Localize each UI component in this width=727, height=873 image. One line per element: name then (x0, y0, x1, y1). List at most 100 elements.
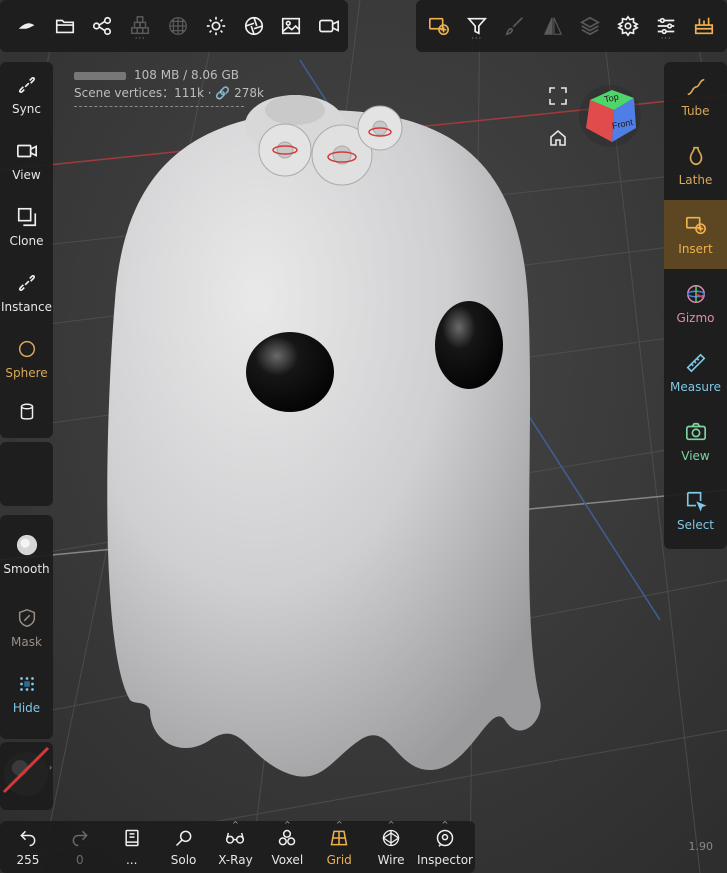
view-left-button[interactable]: View (0, 128, 53, 194)
solo-label: Solo (170, 852, 197, 867)
inspector-caret: ^ (441, 820, 449, 829)
lathe-button[interactable]: Lathe (664, 131, 727, 200)
select-box-icon (686, 491, 707, 512)
mask-button[interactable]: Mask (0, 595, 53, 661)
insert-tool-icon (685, 216, 706, 234)
ghost-model (107, 95, 541, 777)
select-label: Select (676, 517, 715, 532)
undo-button[interactable]: 255 (2, 821, 54, 873)
wire-caret: ^ (387, 820, 395, 829)
xray-label: X-Ray (218, 852, 253, 867)
voxel-button[interactable]: ^ Voxel (261, 821, 313, 873)
gizmo-button[interactable]: Gizmo (664, 269, 727, 338)
smooth-label: Smooth (3, 562, 50, 576)
bottom-toolbar: 255 0 ... Solo ^ X-Ray ^ Voxel ^ Grid ^ … (0, 821, 475, 873)
measure-label: Measure (670, 379, 721, 394)
clone-label: Clone (9, 234, 44, 248)
view-cube-graphic: Top Front (579, 85, 641, 147)
memory-bar (74, 71, 126, 80)
history-label: ... (125, 852, 138, 867)
app-logo-button[interactable] (8, 7, 46, 45)
layers-icon (580, 16, 601, 36)
brush-tool-button[interactable] (496, 7, 534, 45)
mask-icon (18, 608, 35, 628)
sphere-grid-button[interactable] (159, 7, 197, 45)
sphere-button[interactable]: Sphere (0, 326, 53, 392)
symmetry-button[interactable] (534, 7, 572, 45)
ruler-icon (686, 353, 705, 372)
grid-icon (330, 830, 348, 845)
circle-icon (18, 340, 35, 358)
xray-button[interactable]: ^ X-Ray (210, 821, 262, 873)
insert-label: Insert (678, 241, 713, 256)
insert-tool-icon (428, 17, 449, 36)
voxel-label: Voxel (271, 852, 304, 867)
filter-button[interactable]: ··· (458, 7, 496, 45)
select-button[interactable]: Select (664, 476, 727, 545)
insert-button[interactable]: Insert (664, 200, 727, 269)
solo-button[interactable]: Solo (158, 821, 210, 873)
stack-blocks-button[interactable]: ··· (121, 7, 159, 45)
tube-curve-icon (687, 78, 704, 95)
home-view-button[interactable] (548, 128, 568, 148)
scene-stats: 108 MB / 8.06 GB Scene vertices：111k · 🔗… (74, 66, 264, 107)
vase-icon (689, 146, 702, 165)
history-button[interactable]: ... (106, 821, 158, 873)
fullscreen-button[interactable] (548, 86, 568, 106)
hide-pattern-icon (19, 677, 34, 691)
link-icon (18, 77, 35, 93)
search-icon (175, 830, 191, 846)
material-swatch-panel[interactable]: › (0, 742, 53, 810)
stats-separator (74, 106, 244, 107)
toolbox-button[interactable] (685, 7, 723, 45)
grid-button[interactable]: ^ Grid (313, 821, 365, 873)
preferences-button[interactable]: ··· (647, 7, 685, 45)
view-cube[interactable]: Top Front (578, 84, 642, 148)
glasses-icon (226, 832, 245, 844)
tube-button[interactable]: Tube (664, 62, 727, 131)
svg-text:›: › (49, 763, 52, 772)
view-right-button[interactable]: View (664, 407, 727, 476)
scene-graph-button[interactable] (84, 7, 122, 45)
video-record-button[interactable] (310, 7, 348, 45)
measure-button[interactable]: Measure (664, 338, 727, 407)
undo-count: 255 (16, 852, 40, 867)
lighting-button[interactable] (197, 7, 235, 45)
hide-button[interactable]: Hide (0, 661, 53, 727)
layers-button[interactable] (572, 7, 610, 45)
home-icon (550, 129, 566, 146)
left-toolbar: Sync View Clone Instance Sphere (0, 62, 53, 438)
camera-settings-button[interactable] (235, 7, 273, 45)
material-swatch-icon: › (2, 746, 52, 796)
xray-caret: ^ (232, 820, 239, 829)
smooth-brush-icon (16, 534, 37, 556)
redo-button[interactable]: 0 (54, 821, 106, 873)
right-toolbar: Tube Lathe Insert Gizmo Measure View Sel… (664, 62, 727, 549)
sphere-grid-icon (169, 17, 187, 35)
cloud-logo-icon (18, 23, 35, 29)
undo-icon (20, 830, 36, 846)
inspector-button[interactable]: ^ Inspector (417, 821, 473, 873)
grid-caret: ^ (335, 820, 343, 829)
folder-icon (55, 19, 74, 34)
settings-button[interactable] (609, 7, 647, 45)
background-image-button[interactable] (272, 7, 310, 45)
smooth-button[interactable]: Smooth (0, 515, 53, 595)
link-icon (18, 275, 35, 291)
wire-icon (382, 829, 400, 846)
top-toolbar-right: ··· ··· (416, 0, 727, 52)
instance-button[interactable]: Instance (0, 260, 53, 326)
sync-button[interactable]: Sync (0, 62, 53, 128)
inspector-label: Inspector (417, 852, 473, 867)
brush-icon (505, 17, 523, 36)
left-toolbar-sculpt: Smooth Mask Hide (0, 515, 53, 739)
wire-button[interactable]: ^ Wire (365, 821, 417, 873)
insert-tool-top-button[interactable] (420, 7, 458, 45)
clone-button[interactable]: Clone (0, 194, 53, 260)
eye-icon (436, 829, 454, 847)
open-file-button[interactable] (46, 7, 84, 45)
cylinder-button[interactable] (0, 392, 53, 438)
book-icon (125, 829, 139, 846)
fullscreen-icon (549, 87, 567, 105)
share-nodes-icon (93, 16, 112, 36)
